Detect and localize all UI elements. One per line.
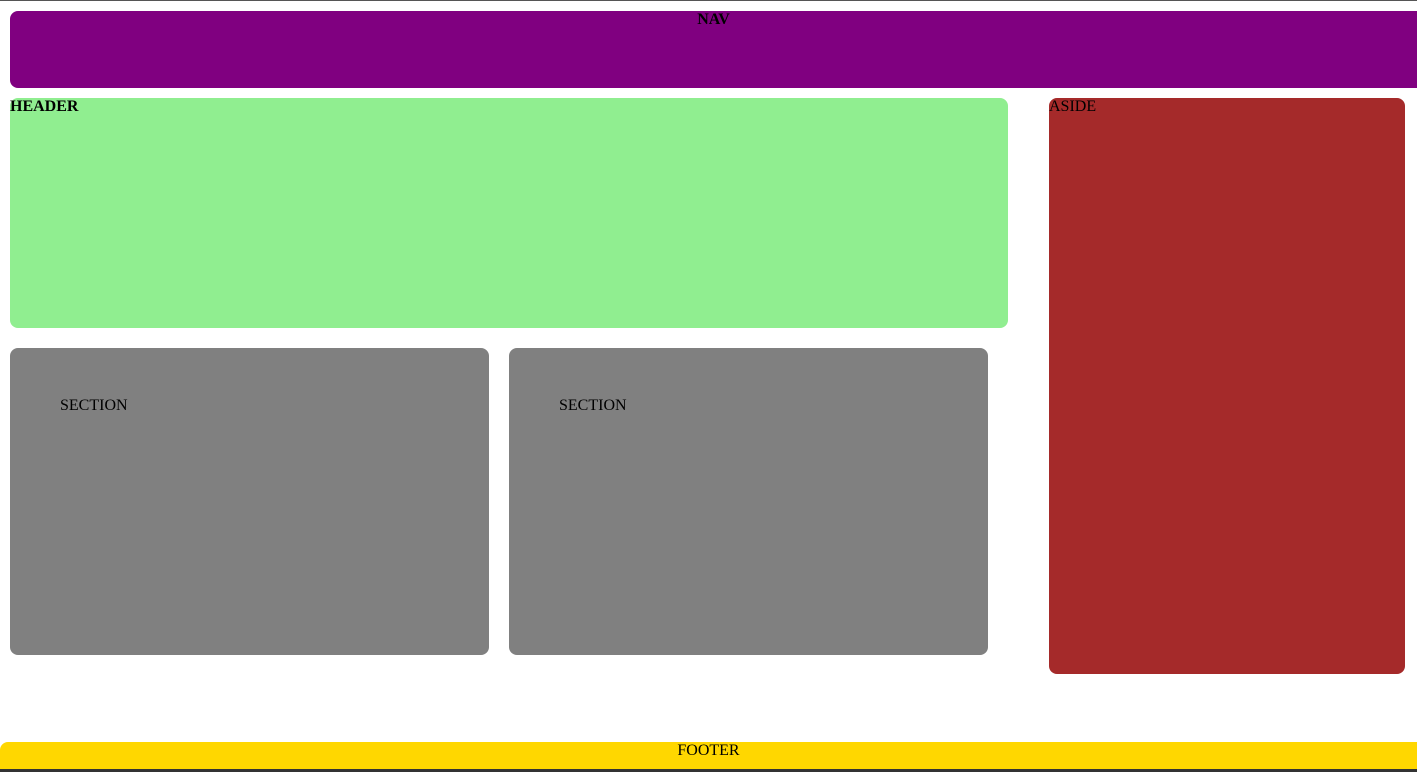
header-label: HEADER <box>10 98 79 115</box>
nav-bar: NAV <box>10 11 1417 88</box>
section-label: SECTION <box>559 397 627 414</box>
top-border-line <box>0 0 1417 1</box>
section-block-2: SECTION <box>509 348 988 655</box>
footer-label: FOOTER <box>677 742 740 759</box>
footer-bar: FOOTER <box>0 742 1417 769</box>
header-block: HEADER <box>10 98 1008 328</box>
aside-label: ASIDE <box>1049 98 1097 115</box>
aside-panel: ASIDE <box>1049 98 1405 674</box>
section-block-1: SECTION <box>10 348 489 655</box>
nav-label: NAV <box>697 11 730 28</box>
section-label: SECTION <box>60 397 128 414</box>
